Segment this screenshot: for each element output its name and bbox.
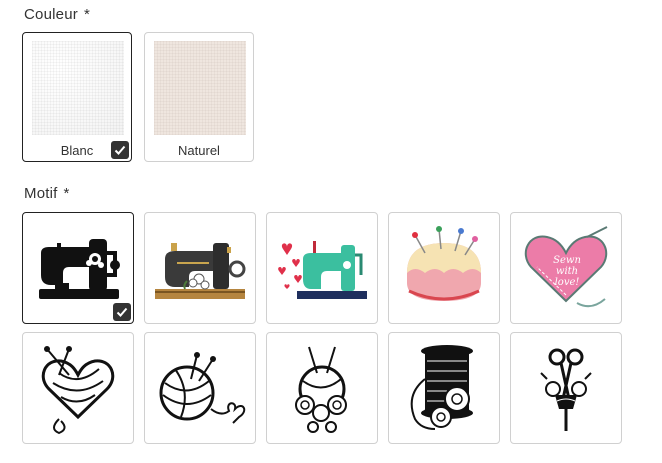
motif-option-yarn-ball[interactable] <box>144 332 256 444</box>
checkmark-icon <box>113 303 131 321</box>
color-option-blanc[interactable]: Blanc <box>22 32 132 162</box>
sewing-machine-hearts-icon <box>278 241 367 299</box>
motif-option-vintage-sewing-machine[interactable] <box>144 212 256 324</box>
motif-label-text: Motif <box>24 185 58 202</box>
heart-text: Sewn with love! <box>553 255 581 288</box>
motif-label: Motif * <box>24 185 70 202</box>
fabric-swatch-blanc <box>32 41 124 135</box>
vintage-sewing-machine-icon <box>155 243 246 299</box>
motif-option-sewing-machine-hearts[interactable] <box>266 212 378 324</box>
motif-option-yarn-flowers[interactable] <box>266 332 378 444</box>
pincushion-icon <box>407 226 481 301</box>
couleur-label-text: Couleur <box>24 6 78 23</box>
required-mark: * <box>63 185 70 202</box>
motif-option-thread-spool-roses[interactable] <box>388 332 500 444</box>
color-option-label: Naturel <box>178 143 220 158</box>
motif-option-sewing-machine-black[interactable] <box>22 212 134 324</box>
motif-option-sewn-with-love-heart[interactable]: Sewn with love! <box>510 212 622 324</box>
color-option-naturel[interactable]: Naturel <box>144 32 254 162</box>
yarn-flowers-icon <box>295 346 347 433</box>
yarn-ball-icon <box>159 352 246 424</box>
fabric-swatch-naturel <box>154 41 246 135</box>
yarn-heart-icon <box>41 346 115 435</box>
sewn-with-love-heart-icon: Sewn with love! <box>524 226 608 308</box>
scissors-bouquet-icon <box>540 348 592 431</box>
motif-option-yarn-heart[interactable] <box>22 332 134 444</box>
sewing-machine-icon <box>39 239 120 299</box>
couleur-label: Couleur * <box>24 6 90 23</box>
thread-spool-roses-icon <box>410 345 473 430</box>
motif-option-scissors-bouquet[interactable] <box>510 332 622 444</box>
checkmark-icon <box>111 141 129 159</box>
required-mark: * <box>83 6 90 23</box>
motif-option-pincushion[interactable] <box>388 212 500 324</box>
